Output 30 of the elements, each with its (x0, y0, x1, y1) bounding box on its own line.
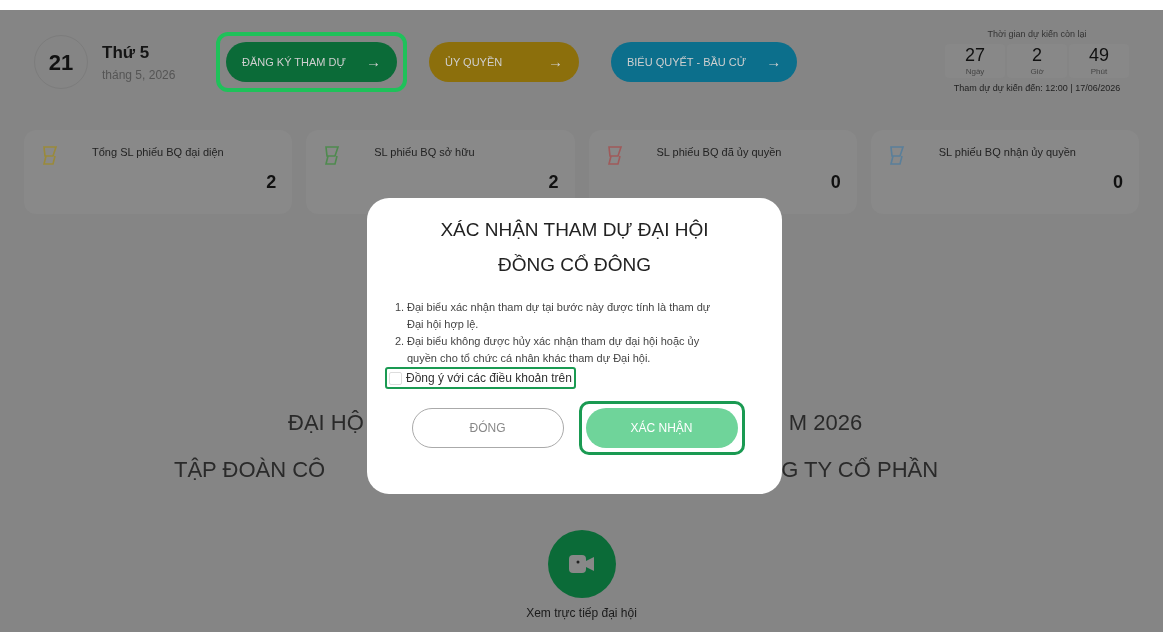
headline-text: M 2026 (788, 409, 863, 437)
stat-value: 2 (548, 170, 559, 194)
weekday: Thứ 5 (102, 42, 151, 65)
stat-value: 0 (830, 170, 841, 194)
countdown-title: Thời gian dự kiến còn lại (987, 28, 1087, 42)
stat-value: 2 (266, 170, 277, 194)
stat-label: Tổng SL phiếu BQ đại diện (92, 145, 225, 160)
term-number: 1. (395, 300, 406, 315)
headline-text: TẬP ĐOÀN CÔ (174, 456, 326, 484)
stat-label: SL phiếu BQ sở hữu (374, 145, 476, 160)
headline-text: G TY CỔ PHẦN (781, 456, 939, 484)
dialog-title: ĐỒNG CỔ ĐÔNG (497, 252, 652, 277)
live-label: Xem trực tiếp đại hội (526, 605, 637, 622)
agree-checkbox-row[interactable]: Đồng ý với các điều khoản trên (385, 367, 576, 389)
headline-text: ĐẠI HỘ (288, 409, 364, 437)
action-button[interactable]: ỦY QUYỀN → (428, 42, 579, 82)
stat-label: SL phiếu BQ nhận ủy quyền (938, 145, 1077, 160)
dialog-button[interactable]: ĐÓNG (411, 408, 564, 448)
term-text: Đại biểu xác nhận tham dự tại bước này được tính là tham dự Đại hội hợp lệ. (407, 300, 712, 332)
stat-label: SL phiếu BQ đã ủy quyền (656, 145, 783, 160)
action-button[interactable]: BIỂU QUYẾT - BẦU CỬ → (610, 42, 798, 82)
countdown-note: Tham dự dự kiến đến: 12:00 | 17/06/2026 (953, 82, 1121, 96)
dialog-title: XÁC NHẬN THAM DỰ ĐẠI HỘI (440, 218, 709, 242)
agree-label: Đồng ý với các điều khoản trên (406, 370, 572, 387)
checkbox[interactable] (389, 371, 402, 385)
stat-value: 0 (1113, 170, 1123, 194)
term-text: Đại biểu không được hủy xác nhận tham dự đại hội hoặc ủy quyền cho tổ chức cá nhân khác tham dự Đại hội. (407, 334, 701, 366)
action-button[interactable]: ĐĂNG KÝ THAM DỰ → (226, 42, 397, 82)
video-camera-icon (568, 554, 595, 574)
term-number: 2. (395, 334, 406, 349)
